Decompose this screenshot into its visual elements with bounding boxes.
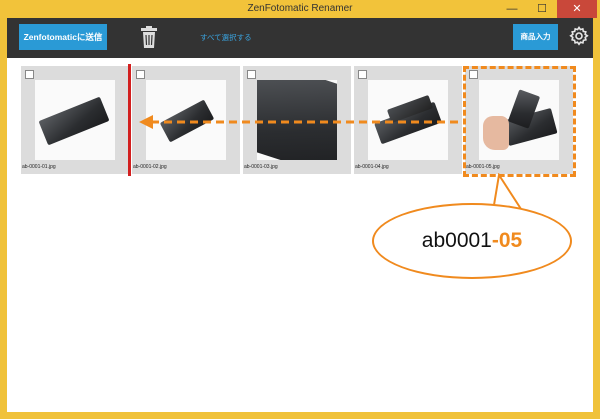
toolbar: Zenfotomaticに送信 すべて選択する 商品入力 bbox=[7, 18, 593, 58]
callout-prefix: ab0001 bbox=[421, 229, 492, 252]
gear-icon[interactable] bbox=[569, 26, 589, 46]
select-checkbox[interactable] bbox=[25, 70, 34, 79]
thumbnail-filename: ab-0001-02.jpg bbox=[133, 164, 167, 170]
move-arrow bbox=[139, 115, 465, 129]
thumbnail-image bbox=[35, 80, 115, 160]
product-input-button[interactable]: 商品入力 bbox=[513, 24, 558, 50]
insert-position-marker bbox=[128, 64, 131, 176]
trash-icon[interactable] bbox=[141, 26, 157, 48]
minimize-button[interactable]: — bbox=[497, 0, 527, 18]
select-all-link[interactable]: すべて選択する bbox=[200, 32, 252, 43]
title-bar: ZenFotomatic Renamer — ☐ ✕ bbox=[0, 0, 600, 18]
maximize-button[interactable]: ☐ bbox=[527, 0, 557, 18]
callout-suffix: -05 bbox=[491, 229, 523, 252]
select-checkbox[interactable] bbox=[358, 70, 367, 79]
main-area: Zenfotomaticに送信 すべて選択する 商品入力 ab-0001-01.… bbox=[7, 18, 593, 412]
close-button[interactable]: ✕ bbox=[557, 0, 597, 18]
app-window: ZenFotomatic Renamer — ☐ ✕ Zenfotomaticに… bbox=[0, 0, 600, 419]
thumbnail-filename: ab-0001-04.jpg bbox=[355, 164, 389, 170]
select-checkbox[interactable] bbox=[136, 70, 145, 79]
send-to-zenfotomatic-button[interactable]: Zenfotomaticに送信 bbox=[19, 24, 107, 50]
callout-text: ab0001-05 bbox=[377, 229, 567, 253]
thumbnail-card[interactable]: ab-0001-01.jpg bbox=[21, 66, 129, 174]
select-checkbox[interactable] bbox=[247, 70, 256, 79]
thumbnail-filename: ab-0001-01.jpg bbox=[22, 164, 56, 170]
selected-item-highlight bbox=[463, 66, 576, 177]
thumbnail-filename: ab-0001-03.jpg bbox=[244, 164, 278, 170]
